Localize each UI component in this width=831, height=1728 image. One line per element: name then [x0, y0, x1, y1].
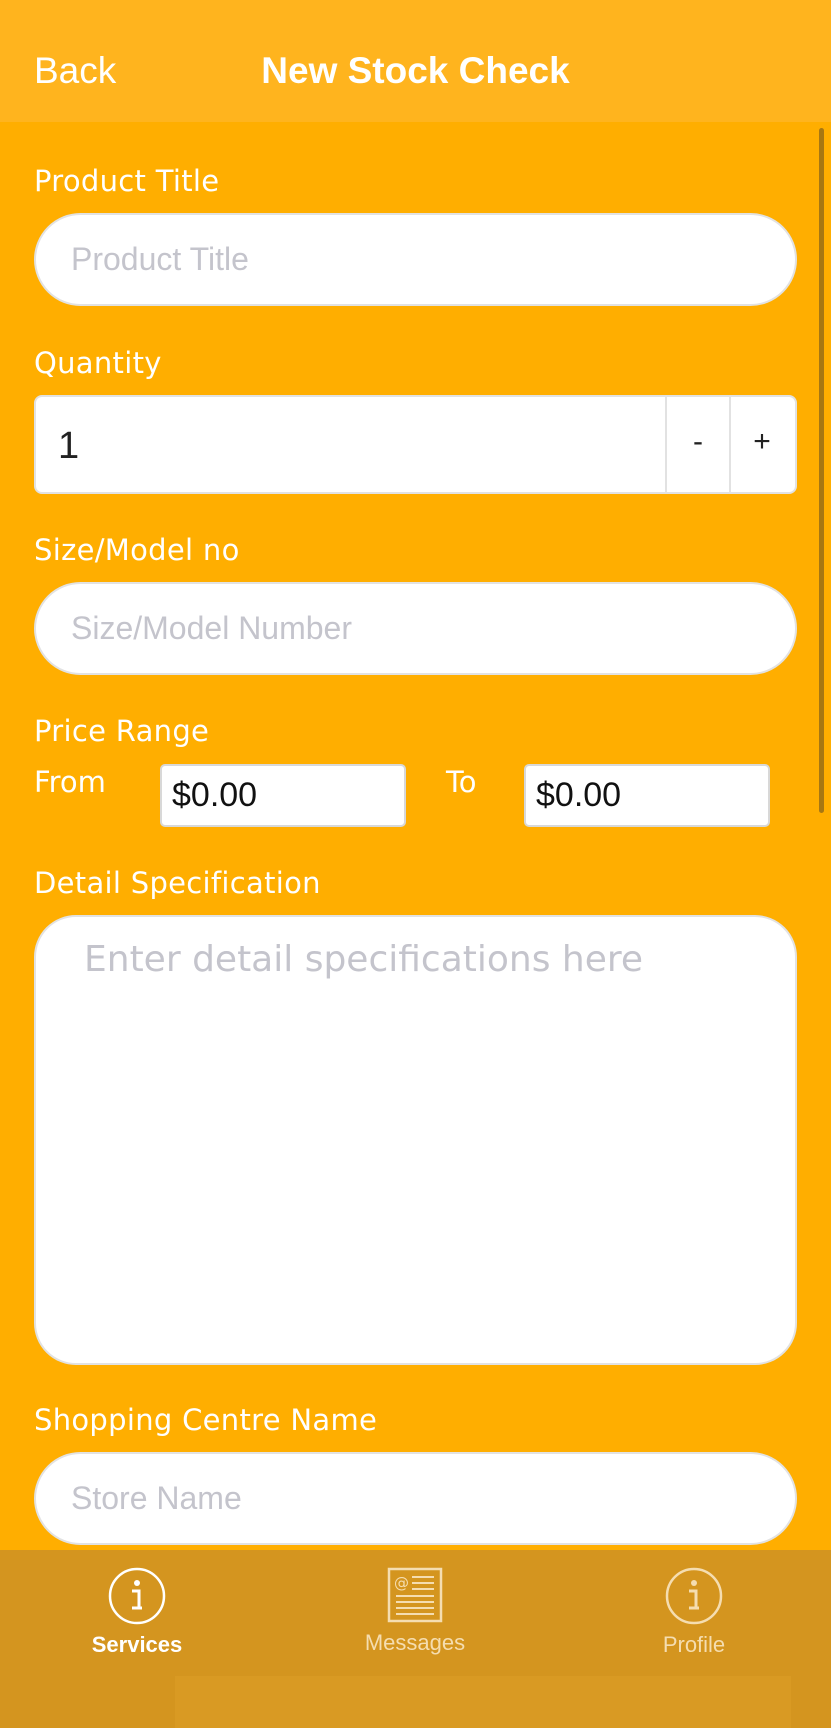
detail-specification-container — [34, 915, 797, 1365]
quantity-decrement-button[interactable]: - — [665, 397, 729, 492]
size-model-label: Size/Model no — [34, 533, 240, 567]
detail-specification-textarea[interactable] — [36, 917, 795, 1363]
size-model-input[interactable] — [36, 584, 795, 673]
tab-profile-label: Profile — [662, 1632, 726, 1657]
info-circle-icon — [108, 1567, 166, 1625]
tab-messages-label: Messages — [364, 1630, 466, 1655]
tab-bar-shade — [175, 1676, 791, 1728]
newspaper-icon: @ — [387, 1567, 443, 1623]
store-name-input[interactable] — [36, 1454, 795, 1543]
quantity-increment-button[interactable]: + — [729, 397, 793, 492]
quantity-stepper: 1 - + — [34, 395, 797, 494]
shopping-centre-label: Shopping Centre Name — [34, 1403, 378, 1437]
quantity-label: Quantity — [34, 346, 162, 380]
price-from-input[interactable] — [162, 766, 404, 825]
price-range-label: Price Range — [34, 714, 210, 748]
scroll-indicator[interactable] — [819, 128, 824, 813]
navigation-bar: Back New Stock Check — [0, 0, 831, 122]
price-to-field-container — [524, 764, 770, 827]
tab-profile[interactable]: Profile — [594, 1566, 794, 1666]
product-title-input[interactable] — [36, 215, 795, 304]
page-title: New Stock Check — [261, 50, 570, 91]
size-model-field-container — [34, 582, 797, 675]
svg-text:@: @ — [394, 1574, 409, 1592]
price-from-label: From — [34, 765, 106, 799]
tab-messages[interactable]: @ Messages — [315, 1566, 515, 1666]
tab-services-label: Services — [91, 1632, 183, 1657]
product-title-field-container — [34, 213, 797, 306]
info-circle-icon — [665, 1567, 723, 1625]
quantity-value[interactable]: 1 — [58, 425, 79, 468]
price-to-label: To — [446, 765, 477, 799]
price-from-field-container — [160, 764, 406, 827]
product-title-label: Product Title — [34, 164, 220, 198]
store-name-field-container — [34, 1452, 797, 1545]
price-to-input[interactable] — [526, 766, 768, 825]
detail-specification-label: Detail Specification — [34, 866, 321, 900]
tab-services[interactable]: Services — [37, 1566, 237, 1666]
